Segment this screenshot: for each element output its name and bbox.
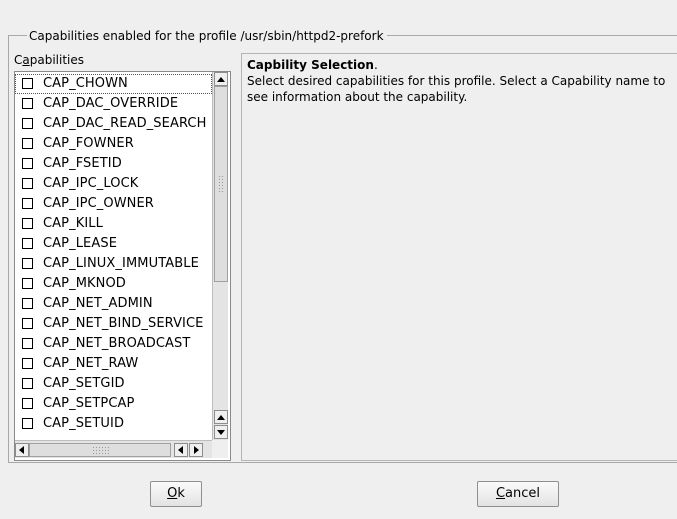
help-title: Capbility Selection.: [247, 58, 378, 72]
capability-item[interactable]: CAP_DAC_READ_SEARCH: [15, 114, 212, 134]
capability-checkbox[interactable]: [22, 278, 33, 289]
capability-label: CAP_IPC_OWNER: [43, 196, 154, 211]
capability-checkbox[interactable]: [22, 258, 33, 269]
scroll-down-button[interactable]: [214, 425, 228, 439]
capability-checkbox[interactable]: [22, 418, 33, 429]
capability-label: CAP_KILL: [43, 216, 103, 231]
capability-label: CAP_CHOWN: [43, 76, 128, 91]
capability-label: CAP_FSETID: [43, 156, 122, 171]
capability-checkbox[interactable]: [22, 398, 33, 409]
capability-checkbox[interactable]: [22, 378, 33, 389]
capability-item[interactable]: CAP_SETUID: [15, 414, 212, 434]
scroll-up-button[interactable]: [214, 72, 228, 86]
capability-checkbox[interactable]: [22, 358, 33, 369]
capability-label: CAP_NET_BIND_SERVICE: [43, 316, 204, 331]
capability-item[interactable]: CAP_IPC_OWNER: [15, 194, 212, 214]
capability-item[interactable]: CAP_NET_RAW: [15, 354, 212, 374]
capability-checkbox[interactable]: [22, 298, 33, 309]
capability-label: CAP_SETGID: [43, 376, 125, 391]
capability-label: CAP_SETUID: [43, 416, 125, 431]
capability-checkbox[interactable]: [22, 218, 33, 229]
vertical-scroll-thumb[interactable]: [214, 86, 228, 282]
scroll-left-button[interactable]: [15, 443, 29, 457]
horizontal-scroll-thumb[interactable]: [29, 443, 171, 457]
capability-label: CAP_LEASE: [43, 236, 118, 251]
capability-item[interactable]: CAP_KILL: [15, 214, 212, 234]
capability-item[interactable]: CAP_FOWNER: [15, 134, 212, 154]
help-pane: Capbility Selection. Select desired capa…: [241, 53, 677, 461]
cancel-button[interactable]: Cancel: [477, 481, 559, 507]
capability-item[interactable]: CAP_CHOWN: [15, 74, 212, 94]
capability-label: CAP_DAC_OVERRIDE: [43, 96, 179, 111]
capability-label: CAP_NET_BROADCAST: [43, 336, 191, 351]
scroll-left-button-right[interactable]: [174, 443, 188, 457]
capability-checkbox[interactable]: [22, 338, 33, 349]
capability-item[interactable]: CAP_LINUX_IMMUTABLE: [15, 254, 212, 274]
ok-button[interactable]: Ok: [150, 481, 202, 507]
capabilities-list-items: CAP_CHOWN CAP_DAC_OVERRIDE CAP_DAC_READ_SE…: [15, 72, 212, 440]
scroll-right-button[interactable]: [189, 443, 203, 457]
grip-icon: [92, 446, 110, 454]
capability-item[interactable]: CAP_SETGID: [15, 374, 212, 394]
arrow-down-icon: [217, 430, 225, 435]
capability-label: CAP_LINUX_IMMUTABLE: [43, 256, 199, 271]
capability-item[interactable]: CAP_NET_ADMIN: [15, 294, 212, 314]
capability-item[interactable]: CAP_LEASE: [15, 234, 212, 254]
capabilities-list-label: Capabilities: [14, 53, 85, 67]
capability-checkbox[interactable]: [22, 98, 33, 109]
capability-item[interactable]: CAP_IPC_LOCK: [15, 174, 212, 194]
arrow-up-icon: [217, 415, 225, 420]
capability-item[interactable]: CAP_NET_BROADCAST: [15, 334, 212, 354]
capability-label: CAP_NET_RAW: [43, 356, 139, 371]
capability-label: CAP_DAC_READ_SEARCH: [43, 116, 207, 131]
scroll-up-button-lower[interactable]: [214, 410, 228, 424]
capability-item[interactable]: CAP_SETPCAP: [15, 394, 212, 414]
capability-label: CAP_MKNOD: [43, 276, 126, 291]
scrollbar-corner: [212, 440, 228, 458]
capabilities-list[interactable]: CAP_CHOWN CAP_DAC_OVERRIDE CAP_DAC_READ_SE…: [14, 71, 231, 461]
capability-checkbox[interactable]: [22, 158, 33, 169]
capability-item[interactable]: CAP_MKNOD: [15, 274, 212, 294]
grip-icon: [218, 175, 225, 193]
capability-item[interactable]: CAP_DAC_OVERRIDE: [15, 94, 212, 114]
capability-checkbox[interactable]: [22, 78, 33, 89]
capability-label: CAP_NET_ADMIN: [43, 296, 153, 311]
capability-checkbox[interactable]: [22, 138, 33, 149]
capability-checkbox[interactable]: [22, 318, 33, 329]
capability-checkbox[interactable]: [22, 118, 33, 129]
group-title: Capabilities enabled for the profile /us…: [27, 29, 387, 43]
capability-label: CAP_IPC_LOCK: [43, 176, 139, 191]
arrow-up-icon: [217, 77, 225, 82]
arrow-right-icon: [194, 446, 199, 454]
capability-label: CAP_SETPCAP: [43, 396, 135, 411]
capability-checkbox[interactable]: [22, 238, 33, 249]
capability-checkbox[interactable]: [22, 198, 33, 209]
vertical-scrollbar[interactable]: [212, 72, 228, 440]
arrow-left-icon: [178, 446, 183, 454]
horizontal-scrollbar[interactable]: [15, 440, 212, 458]
capability-item[interactable]: CAP_FSETID: [15, 154, 212, 174]
capability-label: CAP_FOWNER: [43, 136, 134, 151]
help-body: Select desired capabilities for this pro…: [247, 74, 666, 104]
capability-checkbox[interactable]: [22, 178, 33, 189]
arrow-left-icon: [19, 446, 24, 454]
capability-item[interactable]: CAP_NET_BIND_SERVICE: [15, 314, 212, 334]
